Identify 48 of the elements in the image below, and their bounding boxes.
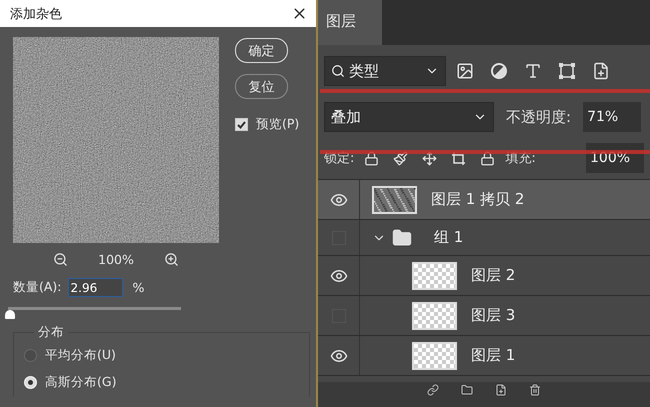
blend-mode-dropdown[interactable]: 叠加 (324, 102, 494, 132)
dialog-title: 添加杂色 (10, 6, 62, 22)
trash-icon[interactable] (529, 384, 541, 396)
new-layer-icon[interactable] (495, 384, 507, 396)
layer-name: 组 1 (434, 228, 464, 247)
link-icon[interactable] (427, 384, 439, 396)
image-icon[interactable] (456, 62, 474, 80)
folder-icon (392, 228, 412, 248)
document-icon[interactable] (592, 62, 610, 80)
layer-name: 图层 1 拷贝 2 (431, 190, 524, 209)
layer-row[interactable]: 图层 3 (318, 296, 650, 336)
amount-label: 数量(A): (13, 279, 62, 296)
layer-thumbnail (412, 302, 457, 330)
radio-label: 高斯分布(G) (45, 374, 116, 391)
text-icon[interactable] (524, 62, 542, 80)
percent-unit: % (132, 280, 144, 295)
preview-checkbox[interactable] (235, 118, 248, 131)
layer-row[interactable]: 图层 1 拷贝 2 (318, 180, 650, 220)
zoom-out-icon[interactable] (53, 252, 68, 266)
layer-thumbnail (412, 262, 457, 290)
layer-name: 图层 3 (471, 306, 516, 325)
distribution-legend: 分布 (34, 324, 68, 341)
amount-field[interactable]: 2.96 (68, 278, 123, 297)
radio-button[interactable] (24, 349, 37, 362)
zoom-level: 100% (98, 252, 134, 266)
layer-row[interactable]: 组 1 (318, 220, 650, 256)
layer-thumbnail (412, 342, 457, 370)
opacity-field[interactable]: 71% (583, 102, 642, 132)
layer-row[interactable]: 图层 1 (318, 336, 650, 376)
half-circle-icon[interactable] (490, 62, 508, 80)
square-handles-icon[interactable] (558, 62, 576, 80)
slider-thumb[interactable] (4, 310, 15, 319)
folder-icon[interactable] (461, 384, 473, 396)
layer-name: 图层 2 (471, 266, 516, 285)
layer-thumbnail (372, 186, 417, 214)
dialog-button[interactable]: 复位 (235, 74, 288, 99)
layer-name: 图层 1 (471, 346, 516, 365)
dialog-button[interactable]: 确定 (235, 38, 288, 63)
layers-tab[interactable]: 图层 (318, 0, 382, 45)
filter-dropdown[interactable]: 类型 (324, 56, 446, 86)
fill-label: 填充: (505, 150, 536, 167)
layer-row[interactable]: 图层 2 (318, 256, 650, 296)
preview-label: 预览(P) (256, 116, 300, 133)
search-icon (331, 64, 345, 78)
opacity-label: 不透明度: (506, 108, 572, 126)
radio-label: 平均分布(U) (45, 347, 116, 364)
zoom-in-icon[interactable] (164, 252, 179, 266)
lock-label: 锁定: (324, 150, 354, 167)
